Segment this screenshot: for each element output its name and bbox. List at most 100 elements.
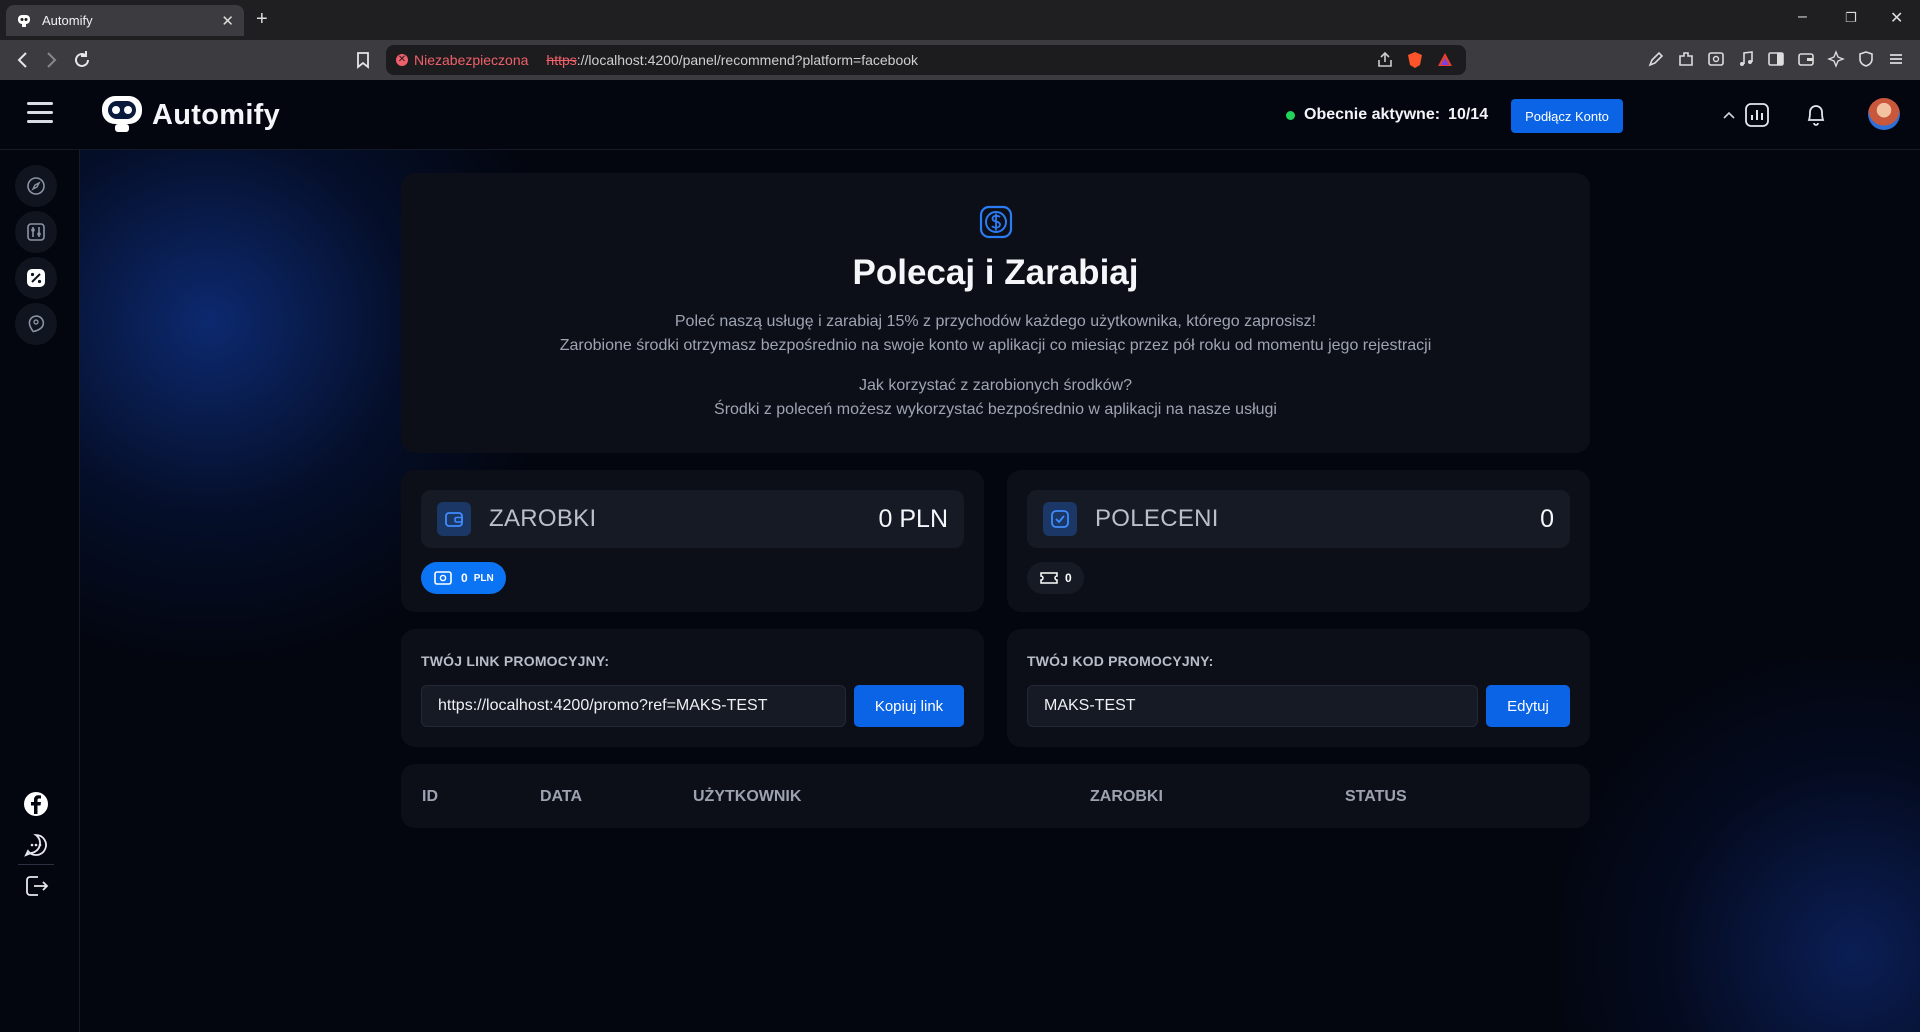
tab-title: Automify <box>42 13 93 28</box>
table-header-user: UŻYTKOWNIK <box>693 788 802 805</box>
sliders-icon <box>27 223 45 241</box>
promo-code-input[interactable] <box>1027 685 1478 727</box>
app-root: Automify Obecnie aktywne: 10/14 Podłącz … <box>0 80 1920 1032</box>
sidebar-item-tags[interactable] <box>15 303 57 345</box>
security-label: Niezabezpieczona <box>414 52 529 68</box>
chat-icon[interactable] <box>22 831 50 859</box>
hero-description-line: Zarobione środki otrzymasz bezpośrednio … <box>559 337 1432 354</box>
new-tab-button[interactable]: + <box>256 8 268 31</box>
earnings-card: ZAROBKI 0 PLN 0 PLN <box>401 470 984 612</box>
menu-toggle-button[interactable] <box>27 102 53 124</box>
tab-close-icon[interactable]: ✕ <box>221 12 234 30</box>
address-bar[interactable]: ✕ Niezabezpieczona https://localhost:420… <box>386 45 1466 75</box>
referrals-value: 0 <box>1540 504 1554 533</box>
wallet-icon[interactable] <box>1796 49 1816 69</box>
pen-icon[interactable] <box>1646 49 1666 69</box>
referrals-badge-value: 0 <box>1065 571 1072 585</box>
percent-badge-icon <box>27 269 45 287</box>
app-header: Automify Obecnie aktywne: 10/14 Podłącz … <box>0 80 1920 150</box>
earnings-balance-badge: 0 PLN <box>421 562 506 594</box>
cash-icon <box>434 571 452 585</box>
active-accounts-value: 10/14 <box>1448 106 1489 123</box>
brave-rewards-icon[interactable] <box>1436 51 1454 69</box>
sidebar-item-automations[interactable] <box>15 211 57 253</box>
screenshot-icon[interactable] <box>1706 49 1726 69</box>
copy-link-button[interactable]: Kopiuj link <box>854 685 964 727</box>
earnings-badge-unit: PLN <box>473 572 494 584</box>
sidebar-item-recommend[interactable] <box>15 257 57 299</box>
active-accounts-status: Obecnie aktywne: 10/14 <box>1286 106 1488 124</box>
sidebar-item-explore[interactable] <box>15 165 57 207</box>
promo-link-label: TWÓJ LINK PROMOCYJNY: <box>421 653 610 669</box>
promo-code-card: TWÓJ KOD PROMOCYJNY: Edytuj <box>1007 629 1590 747</box>
hero-question: Jak korzystać z zarobionych środków? <box>859 377 1132 394</box>
security-indicator[interactable]: ✕ Niezabezpieczona <box>396 52 528 68</box>
connect-account-button[interactable]: Podłącz Konto <box>1511 99 1623 133</box>
facebook-icon[interactable] <box>22 790 50 818</box>
logout-icon[interactable] <box>22 872 50 900</box>
brave-shield-icon[interactable] <box>1406 51 1424 69</box>
sidebar-toggle-icon[interactable] <box>1766 49 1786 69</box>
edit-code-button[interactable]: Edytuj <box>1486 685 1570 727</box>
recommend-hero-card: Polecaj i Zarabiaj Poleć naszą usługę i … <box>401 173 1590 453</box>
referrals-card: POLECENI 0 0 <box>1007 470 1590 612</box>
page-title: Polecaj i Zarabiaj <box>852 253 1139 292</box>
table-header-status: STATUS <box>1345 788 1407 805</box>
earnings-badge-value: 0 <box>461 571 468 585</box>
sidebar <box>0 150 80 1032</box>
referrals-summary: POLECENI 0 <box>1027 490 1570 548</box>
background-glow <box>1560 660 1920 1032</box>
bell-icon[interactable] <box>1803 102 1829 128</box>
brand-logo[interactable]: Automify <box>100 94 280 136</box>
share-icon[interactable] <box>1376 51 1394 69</box>
reload-icon[interactable] <box>71 49 93 71</box>
referrals-label: POLECENI <box>1095 505 1219 532</box>
music-icon[interactable] <box>1736 49 1756 69</box>
hero-answer: Środki z poleceń możesz wykorzystać bezp… <box>714 401 1277 418</box>
url-rest: ://localhost:4200/panel/recommend?platfo… <box>576 52 919 68</box>
window-close-button[interactable]: ✕ <box>1890 8 1903 28</box>
warning-icon: ✕ <box>396 54 408 66</box>
table-header-id: ID <box>422 788 438 805</box>
hero-description-line: Poleć naszą usługę i zarabiaj 15% z przy… <box>674 313 1317 330</box>
automify-favicon-icon <box>18 14 30 27</box>
browser-tabstrip: Automify ✕ + – ❐ ✕ <box>0 0 1920 40</box>
compass-icon <box>27 177 45 195</box>
status-dot <box>1286 110 1295 120</box>
window-restore-button[interactable]: ❐ <box>1845 10 1857 26</box>
chevron-up-icon[interactable] <box>1722 108 1736 122</box>
url-text: https://localhost:4200/panel/recommend?p… <box>546 52 918 68</box>
earnings-summary: ZAROBKI 0 PLN <box>421 490 964 548</box>
referrals-table: ID DATA UŻYTKOWNIK ZAROBKI STATUS <box>401 764 1590 828</box>
table-header-date: DATA <box>540 788 583 805</box>
browser-tab[interactable]: Automify ✕ <box>6 5 244 36</box>
table-header-earnings: ZAROBKI <box>1090 788 1163 805</box>
tag-icon <box>28 315 45 333</box>
dollar-badge-icon <box>979 205 1013 239</box>
browser-menu-icon[interactable] <box>1886 49 1906 69</box>
url-scheme: https <box>546 52 577 68</box>
promo-link-card: TWÓJ LINK PROMOCYJNY: Kopiuj link <box>401 629 984 747</box>
wallet-icon <box>437 502 471 536</box>
leo-ai-icon[interactable] <box>1826 49 1846 69</box>
bookmark-icon[interactable] <box>352 49 374 71</box>
sidebar-divider <box>18 864 54 865</box>
promo-link-input[interactable] <box>421 685 846 727</box>
back-icon[interactable] <box>12 49 34 71</box>
robot-logo-icon <box>102 96 142 132</box>
extensions-icon[interactable] <box>1676 49 1696 69</box>
promo-code-label: TWÓJ KOD PROMOCYJNY: <box>1027 653 1214 669</box>
active-accounts-label: Obecnie aktywne: <box>1304 106 1441 123</box>
checkbox-icon <box>1043 502 1077 536</box>
vpn-shield-icon[interactable] <box>1856 49 1876 69</box>
brand-name: Automify <box>152 98 281 131</box>
earnings-label: ZAROBKI <box>489 505 597 532</box>
earnings-value: 0 PLN <box>878 504 948 533</box>
forward-icon[interactable] <box>40 49 62 71</box>
user-avatar[interactable] <box>1868 98 1900 130</box>
ticket-icon <box>1040 572 1058 584</box>
window-minimize-button[interactable]: – <box>1798 8 1807 26</box>
stats-chart-icon[interactable] <box>1744 102 1770 128</box>
referrals-count-badge: 0 <box>1027 562 1084 594</box>
browser-toolbar: ✕ Niezabezpieczona https://localhost:420… <box>0 40 1920 80</box>
